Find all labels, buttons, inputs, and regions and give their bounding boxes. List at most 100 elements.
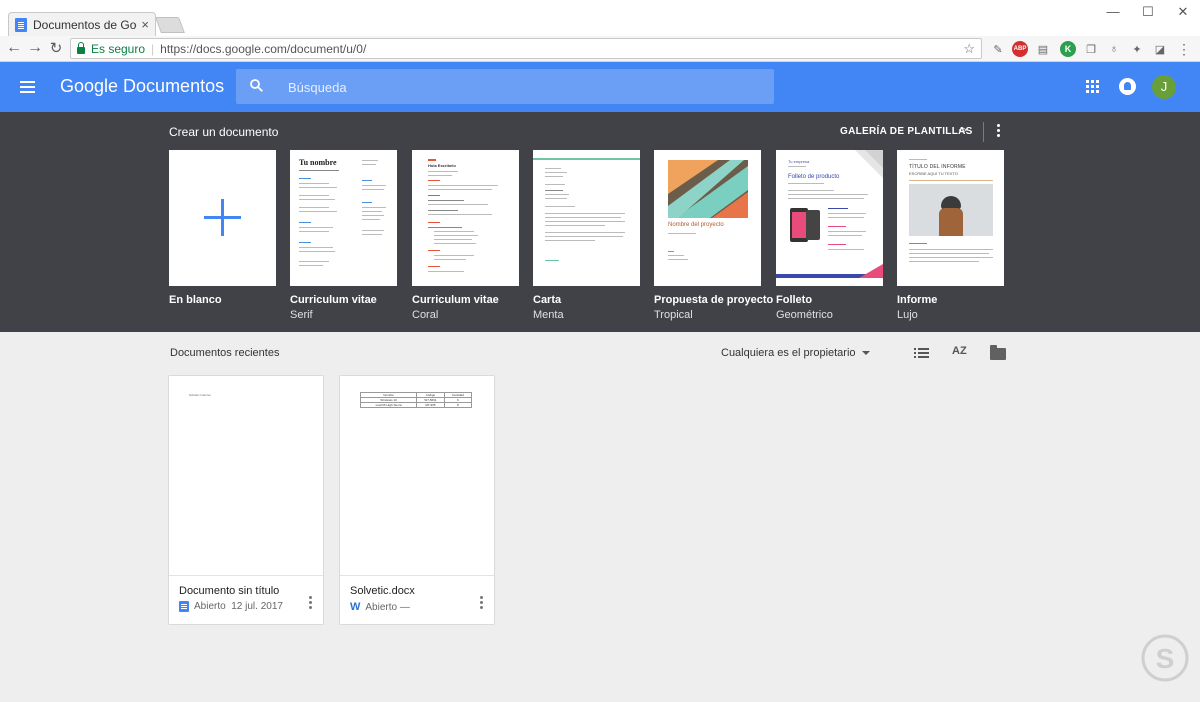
template-thumbnail[interactable]: [169, 150, 276, 286]
notifications-icon[interactable]: [1119, 78, 1136, 95]
template-cv-serif[interactable]: Tu nombre Curriculum vitae Serif: [290, 150, 398, 321]
extension-wrench-icon[interactable]: ✦: [1129, 41, 1145, 57]
bookmark-star-icon[interactable]: ☆: [963, 41, 975, 57]
template-thumbnail[interactable]: Nombre del proyecto: [654, 150, 761, 286]
doc-preview-table: Nombre Código Cantidad Windows 10 W7-5661 6 …: [359, 392, 473, 408]
list-view-icon[interactable]: [914, 348, 929, 359]
template-subtitle: Menta: [533, 309, 564, 321]
template-name: Carta: [533, 294, 562, 306]
lock-icon: [77, 42, 85, 54]
thumb-heading: Hola Escríbelo: [428, 163, 456, 168]
template-thumbnail[interactable]: Hola Escríbelo: [412, 150, 519, 286]
new-tab-button[interactable]: [155, 17, 185, 33]
more-options-icon[interactable]: [309, 596, 313, 611]
address-bar[interactable]: Es seguro | https://docs.google.com/docu…: [70, 38, 982, 59]
template-name: Folleto: [776, 294, 813, 306]
dropdown-caret-icon: [861, 351, 870, 356]
template-name: En blanco: [169, 294, 222, 306]
extension-puzzle-icon[interactable]: ◪: [1152, 41, 1168, 57]
template-blank[interactable]: En blanco: [169, 150, 277, 309]
template-thumbnail[interactable]: TÍTULO DEL INFORME ESCRIBE AQUÍ TU TEXTO: [897, 150, 1004, 286]
template-proposal-tropical[interactable]: Nombre del proyecto Propuesta de proyect…: [654, 150, 774, 321]
maximize-icon[interactable]: ☐: [1138, 4, 1158, 20]
google-docs-icon: [179, 601, 189, 612]
template-brochure-geometric[interactable]: Tu empresa Folleto de producto Folleto G…: [776, 150, 884, 321]
google-apps-icon[interactable]: [1086, 80, 1099, 93]
sort-az-icon[interactable]: AZ: [952, 345, 967, 357]
svg-text:S: S: [1156, 643, 1175, 674]
recent-doc-card[interactable]: Solvetic Internet Documento sin título A…: [168, 375, 324, 625]
recent-doc-card[interactable]: Nombre Código Cantidad Windows 10 W7-5661 6 …: [339, 375, 495, 625]
app-title[interactable]: Google Documentos: [60, 76, 224, 97]
more-options-icon[interactable]: [480, 596, 484, 611]
minimize-icon[interactable]: —: [1103, 4, 1123, 19]
search-box[interactable]: [236, 69, 774, 104]
extension-stack-icon[interactable]: ▤: [1035, 41, 1051, 57]
forward-arrow-icon[interactable]: →: [25, 39, 45, 57]
template-cv-coral[interactable]: Hola Escríbelo Curriculum vitae Coral: [412, 150, 520, 321]
template-subtitle: Serif: [290, 309, 313, 321]
owner-filter-label: Cualquiera es el propietario: [721, 347, 856, 359]
owner-filter-dropdown[interactable]: Cualquiera es el propietario: [721, 347, 870, 359]
doc-preview[interactable]: Solvetic Internet: [169, 376, 323, 576]
thumb-company: Tu empresa: [788, 159, 810, 164]
url-text: https://docs.google.com/document/u/0/: [160, 41, 367, 56]
docs-app-bar: Google Documentos J: [0, 62, 1200, 112]
google-docs-icon: [15, 17, 27, 32]
folder-icon[interactable]: [990, 345, 1006, 360]
template-letter-mint[interactable]: Carta Menta: [533, 150, 641, 321]
watermark-logo: S: [1141, 634, 1189, 682]
template-report-luxury[interactable]: TÍTULO DEL INFORME ESCRIBE AQUÍ TU TEXTO…: [897, 150, 1005, 321]
extension-k-icon[interactable]: K: [1060, 41, 1076, 57]
doc-meta: W Abierto —: [350, 601, 410, 613]
main-menu-icon[interactable]: [20, 81, 35, 93]
thumb-subheading: ESCRIBE AQUÍ TU TEXTO: [909, 171, 958, 176]
thumb-heading: Nombre del proyecto: [668, 222, 724, 228]
extension-copy-icon[interactable]: ❐: [1083, 41, 1099, 57]
template-gallery: Crear un documento GALERÍA DE PLANTILLAS…: [0, 112, 1200, 332]
doc-status: Abierto: [194, 601, 226, 612]
template-thumbnail[interactable]: Tu nombre: [290, 150, 397, 286]
doc-date: 12 jul. 2017: [231, 601, 283, 612]
chrome-menu-icon[interactable]: ⋮: [1176, 41, 1192, 57]
recent-docs-title: Documentos recientes: [170, 347, 280, 359]
doc-title: Documento sin título: [179, 585, 280, 597]
template-subtitle: Geométrico: [776, 309, 833, 321]
doc-meta: Abierto 12 jul. 2017: [179, 601, 283, 612]
tab-close-icon[interactable]: ×: [141, 17, 149, 32]
tab-title: Documentos de Google: [33, 17, 137, 32]
word-file-icon: W: [350, 601, 361, 613]
template-thumbnail[interactable]: Tu empresa Folleto de producto: [776, 150, 883, 286]
back-arrow-icon[interactable]: ←: [4, 39, 24, 57]
gallery-title: Crear un documento: [169, 125, 279, 139]
close-window-icon[interactable]: ✕: [1173, 4, 1193, 20]
secure-label: Es seguro: [91, 41, 146, 56]
search-icon: [250, 79, 263, 92]
gallery-more-icon[interactable]: [995, 124, 1001, 139]
template-gallery-button[interactable]: GALERÍA DE PLANTILLAS: [840, 126, 973, 137]
adblock-plus-icon[interactable]: ABP: [1012, 41, 1028, 57]
doc-title: Solvetic.docx: [350, 585, 415, 597]
geometric-corner: [855, 150, 883, 178]
reload-icon[interactable]: ↻: [46, 39, 66, 57]
template-subtitle: Coral: [412, 309, 439, 321]
browser-tab[interactable]: Documentos de Google ×: [8, 12, 156, 36]
thumb-heading: Folleto de producto: [788, 174, 840, 180]
template-name: Propuesta de proyecto: [654, 294, 774, 306]
template-name: Curriculum vitae: [290, 294, 377, 306]
search-input[interactable]: [288, 77, 748, 97]
gallery-divider: [983, 122, 984, 142]
template-name: Curriculum vitae: [412, 294, 499, 306]
template-subtitle: Tropical: [654, 309, 693, 321]
unfold-more-icon[interactable]: ︿ ﹀: [958, 123, 968, 139]
template-thumbnail[interactable]: [533, 150, 640, 286]
template-subtitle: Lujo: [897, 309, 918, 321]
template-name: Informe: [897, 294, 938, 306]
doc-date: —: [399, 601, 410, 613]
account-avatar[interactable]: J: [1152, 75, 1176, 99]
table-row: macOS High Sierra MT-965 8: [359, 402, 473, 408]
extension-pencil-icon[interactable]: ✎: [990, 41, 1006, 57]
omnibox-divider: |: [151, 41, 155, 56]
extension-bulb-icon[interactable]: ♁: [1106, 41, 1122, 57]
doc-preview[interactable]: Nombre Código Cantidad Windows 10 W7-5661 6 …: [340, 376, 494, 576]
